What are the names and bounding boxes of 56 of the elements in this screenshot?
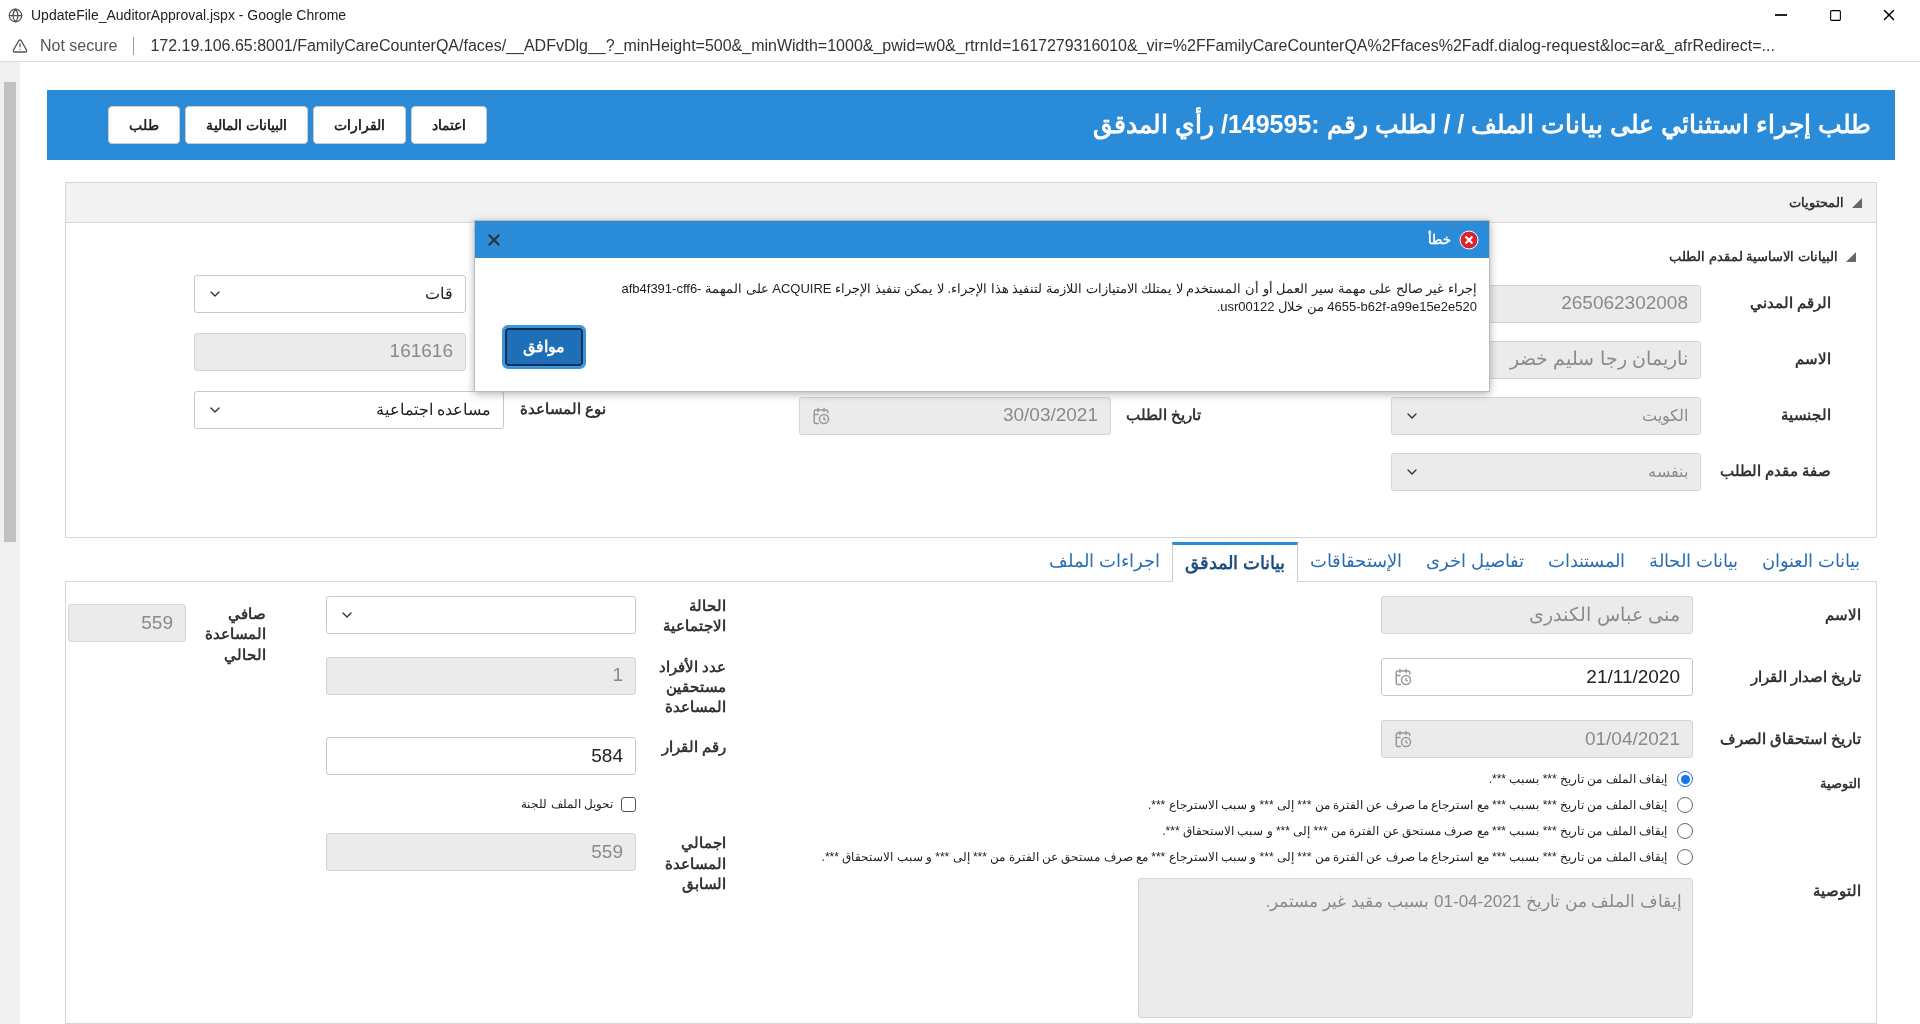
date-field[interactable]: 21/11/2020 <box>1381 658 1693 696</box>
calendar-icon <box>1394 730 1412 748</box>
field-label: رقم القرار <box>660 737 726 758</box>
field-label: تاريخ اصدار القرار <box>1749 666 1861 688</box>
field-label: تاريخ استحقاق الصرف <box>1718 728 1861 750</box>
dialog-title: خطأ <box>1427 229 1451 249</box>
window-title: UpdateFile_AuditorApproval.jspx - Google Chrome <box>31 5 348 25</box>
header-button[interactable]: القرارات <box>312 106 406 144</box>
maximize-icon <box>1828 8 1842 22</box>
scrollbar[interactable] <box>0 62 20 1024</box>
checkbox-label: تحويل الملف للجنة <box>521 796 613 814</box>
security-label[interactable]: Not secure <box>40 33 118 58</box>
error-icon <box>1459 229 1479 250</box>
ok-button[interactable]: موافق <box>505 328 583 366</box>
field-label: التوصية <box>1812 881 1861 902</box>
expand-triangle-icon[interactable] <box>1846 251 1856 262</box>
dropdown[interactable]: مساعده اجتماعية <box>194 390 504 429</box>
dropdown[interactable]: قات <box>194 274 466 313</box>
field-label: الرقم المدني <box>1748 293 1831 314</box>
globe-icon <box>8 7 23 23</box>
tab[interactable]: بيانات الحالة <box>1636 541 1750 581</box>
field-label: نوع المساعدة <box>518 399 606 420</box>
header-button[interactable]: البيانات المالية <box>185 106 308 144</box>
warning-icon <box>12 37 28 54</box>
tab[interactable]: بيانات المدقق <box>1171 542 1298 582</box>
section-title: البيانات الاساسية لمقدم الطلب <box>1669 248 1838 267</box>
field-label: اجمالي المساعدة السابق <box>664 833 726 894</box>
field-label: صافي المساعدة الحالي <box>204 604 266 665</box>
minimize-icon <box>1775 14 1787 16</box>
tab[interactable]: بيانات العنوان <box>1750 541 1872 581</box>
header-button[interactable]: طلب <box>108 106 180 144</box>
expand-triangle-icon[interactable] <box>1852 197 1862 208</box>
field-label: الحالة الاجتماعية <box>662 596 726 637</box>
panel-title: المحتويات <box>1789 193 1844 213</box>
field-label: صفة مقدم الطلب <box>1718 461 1831 482</box>
field-label: الاسم <box>1794 349 1831 370</box>
field-label: عدد الأفراد مستحقين المساعدة <box>657 656 726 717</box>
field-label: الاسم <box>1824 604 1861 626</box>
field-label: التوصية <box>1819 775 1861 794</box>
radio-label: إيقاف الملف من تاريخ *** بسبب *** مع صرف مستحق عن الفترة من *** إلى *** و سبب الاستحقاق ***. <box>1162 823 1667 840</box>
page-title: طلب إجراء استثنائي على بيانات الملف / / لطلب رقم :149595/ رأي المدقق <box>1093 106 1871 144</box>
radio-label: إيقاف الملف من تاريخ *** بسبب *** مع استرجاع ما صرف عن الفترة من *** إلى *** و سبب الاسترجاع ***. <box>1147 797 1667 814</box>
tab[interactable]: الإستحقاقات <box>1297 541 1414 581</box>
tab[interactable]: المستندات <box>1535 541 1637 581</box>
field-label: الجنسية <box>1780 405 1831 426</box>
tab[interactable]: تفاصيل اخرى <box>1413 541 1536 581</box>
checkbox[interactable] <box>621 796 636 812</box>
calendar-icon <box>812 406 830 425</box>
header-button[interactable]: اعتماد <box>410 106 487 144</box>
calendar-icon <box>1394 668 1412 686</box>
tab[interactable]: اجراءات الملف <box>1036 541 1172 581</box>
address-bar-url[interactable]: 172.19.106.65:8001/FamilyCareCounterQA/faces/__ADFvDlg__?_minHeight=500&_minWidth=1000&_pwid=w0&_rtrnId=1617279316010&_vir=%2FFamilyCareCounterQA%2Ffaces%2Fadf.dialog-request&loc=ar&_afrRedirect=... <box>150 33 1775 58</box>
radio-label: إيقاف الملف من تاريخ *** بسبب *** مع استرجاع ما صرف عن الفترة من *** إلى *** و سبب الاسترجاع *** مع صرف مستحق عن الفترة من *** إلى *** و سبب الاستحقاق ***. <box>821 849 1667 866</box>
field-label: تاريخ الطلب <box>1124 405 1201 426</box>
radio-label: إيقاف الملف من تاريخ *** بسبب ***. <box>1488 771 1667 788</box>
text-field[interactable]: 584 <box>326 737 636 776</box>
